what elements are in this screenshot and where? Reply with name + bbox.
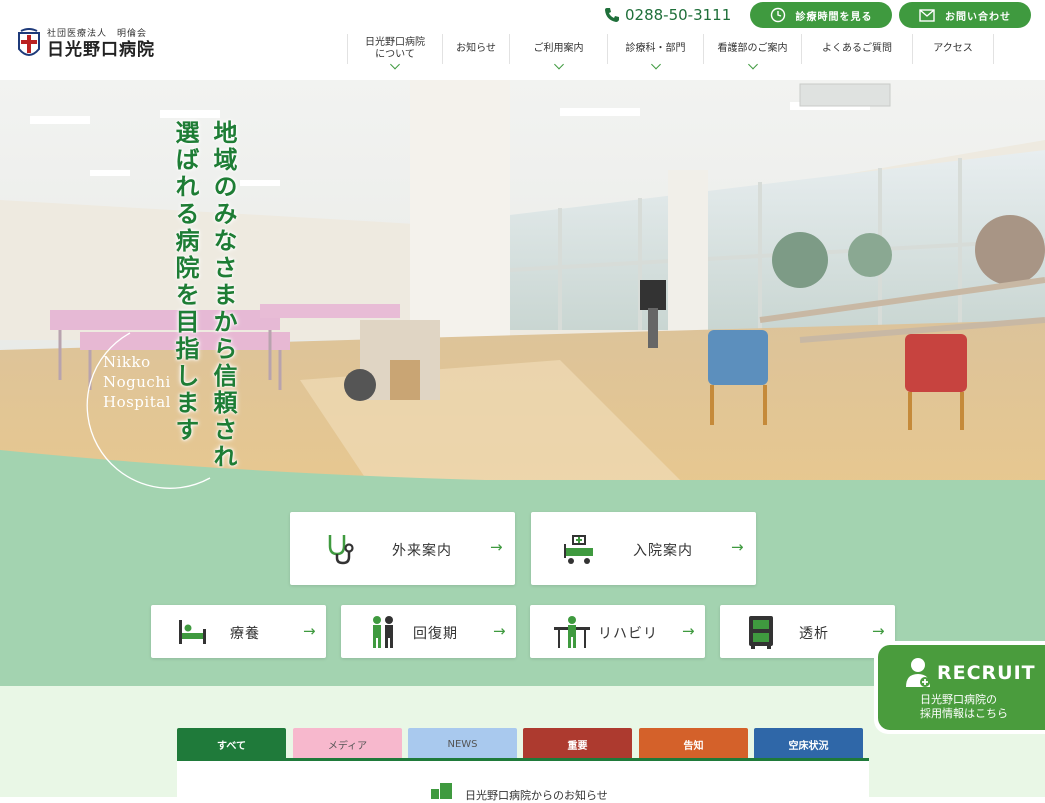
arrow-right-icon: → [682, 622, 695, 640]
tab-all-label: すべて [217, 740, 246, 752]
tab-all[interactable]: すべて [177, 728, 286, 760]
site-header: 社団医療法人 明倫会 日光野口病院 0288-50-3111 診療時間を見る お… [0, 0, 1045, 80]
recruit-subtitle-line2: 採用情報はこちら [920, 707, 1008, 720]
outpatient-card[interactable]: 外来案内 → [290, 512, 515, 585]
tab-bed-availability[interactable]: 空床状況 [754, 728, 863, 760]
nav-departments[interactable]: 診療科・部門 [607, 34, 703, 70]
nav-nursing-label: 看護部のご案内 [717, 43, 788, 54]
nav-news[interactable]: お知らせ [442, 34, 509, 64]
tab-important[interactable]: 重要 [523, 728, 632, 760]
recovery-card[interactable]: 回復期 → [341, 605, 516, 658]
contact-label: お問い合わせ [945, 11, 1011, 23]
recruit-subtitle-line1: 日光野口病院の [920, 693, 997, 706]
phone-number[interactable]: 0288-50-3111 [604, 6, 731, 24]
nav-about[interactable]: 日光野口病院 について [347, 34, 442, 70]
tab-media[interactable]: メディア [293, 728, 402, 760]
tab-news[interactable]: NEWS [408, 728, 517, 760]
clock-icon [770, 7, 785, 23]
chevron-down-icon [747, 59, 758, 70]
nav-news-label: お知らせ [456, 43, 496, 54]
tab-media-label: メディア [327, 740, 368, 752]
chevron-down-icon [650, 59, 661, 70]
recovery-walk-icon [373, 616, 393, 648]
phone-icon [605, 8, 619, 22]
recovery-label: 回復期 [413, 626, 458, 642]
recruit-title: RECRUIT [937, 662, 1036, 684]
inpatient-card[interactable]: 入院案内 → [531, 512, 756, 585]
arrow-right-icon: → [303, 622, 316, 640]
hero-english-line1: Nikko [103, 353, 151, 371]
hospital-crest-icon [18, 28, 40, 56]
view-hours-button[interactable]: 診療時間を見る [750, 2, 892, 28]
nav-access[interactable]: アクセス [912, 34, 994, 64]
long-term-care-card[interactable]: 療養 → [151, 605, 326, 658]
hero-english-line3: Hospital [103, 393, 171, 411]
nav-guide[interactable]: ご利用案内 [509, 34, 607, 70]
outpatient-label: 外来案内 [392, 543, 452, 559]
nav-about-label: 日光野口病院 [365, 37, 425, 48]
chevron-down-icon [390, 59, 400, 70]
tab-news-label: NEWS [447, 738, 478, 750]
rehabilitation-card[interactable]: リハビリ → [530, 605, 705, 658]
hospital-bed-icon [564, 535, 593, 564]
inpatient-label: 入院案内 [633, 543, 693, 559]
chevron-down-icon [553, 59, 564, 70]
hero-english-line2: Noguchi [103, 373, 171, 391]
arrow-right-icon: → [731, 538, 744, 556]
view-hours-label: 診療時間を見る [795, 11, 873, 23]
arrow-right-icon: → [493, 622, 506, 640]
recruit-subtitle: 日光野口病院の 採用情報はこちら [920, 693, 1008, 721]
nav-faq-label: よくあるご質問 [822, 43, 892, 54]
recruit-banner-inner: RECRUIT 日光野口病院の 採用情報はこちら [878, 645, 1045, 730]
tab-bed-availability-label: 空床状況 [788, 740, 829, 752]
arrow-right-icon: → [490, 538, 503, 556]
news-tabs: すべて メディア NEWS 重要 告知 空床状況 [177, 728, 869, 760]
phone-number-text: 0288-50-3111 [625, 6, 732, 24]
news-heading: 日光野口病院からのお知らせ [465, 789, 608, 802]
site-logo[interactable]: 社団医療法人 明倫会 日光野口病院 [16, 27, 155, 61]
dialysis-machine-icon [749, 616, 773, 649]
nav-nursing[interactable]: 看護部のご案内 [703, 34, 801, 70]
tab-important-label: 重要 [567, 740, 588, 752]
hero-english-name: Nikko Noguchi Hospital [103, 352, 171, 412]
tab-announcement[interactable]: 告知 [639, 728, 748, 760]
rehab-bars-icon [554, 616, 590, 648]
hero-ring-decoration [86, 332, 211, 489]
dialysis-label: 透析 [799, 626, 829, 642]
long-term-care-label: 療養 [230, 626, 260, 642]
global-nav: 日光野口病院 について お知らせ ご利用案内 診療科・部門 看護部のご案内 よく… [347, 34, 994, 70]
nav-faq[interactable]: よくあるご質問 [801, 34, 912, 64]
contact-button[interactable]: お問い合わせ [899, 2, 1031, 28]
stethoscope-icon [328, 535, 354, 565]
nurse-icon [906, 658, 930, 687]
tab-announcement-label: 告知 [683, 740, 704, 752]
mail-icon [919, 8, 935, 22]
hospital-name: 日光野口病院 [47, 39, 155, 60]
corporation-name: 社団医療法人 明倫会 [47, 28, 148, 39]
arrow-right-icon: → [872, 622, 885, 640]
nav-guide-label: ご利用案内 [533, 43, 584, 54]
rehabilitation-label: リハビリ [598, 626, 658, 642]
nav-departments-label: 診療科・部門 [625, 43, 686, 54]
dialysis-card[interactable]: 透析 → [720, 605, 895, 658]
nav-access-label: アクセス [933, 43, 973, 54]
patient-bed-icon [179, 620, 206, 644]
recruit-banner[interactable]: RECRUIT 日光野口病院の 採用情報はこちら [874, 641, 1045, 734]
